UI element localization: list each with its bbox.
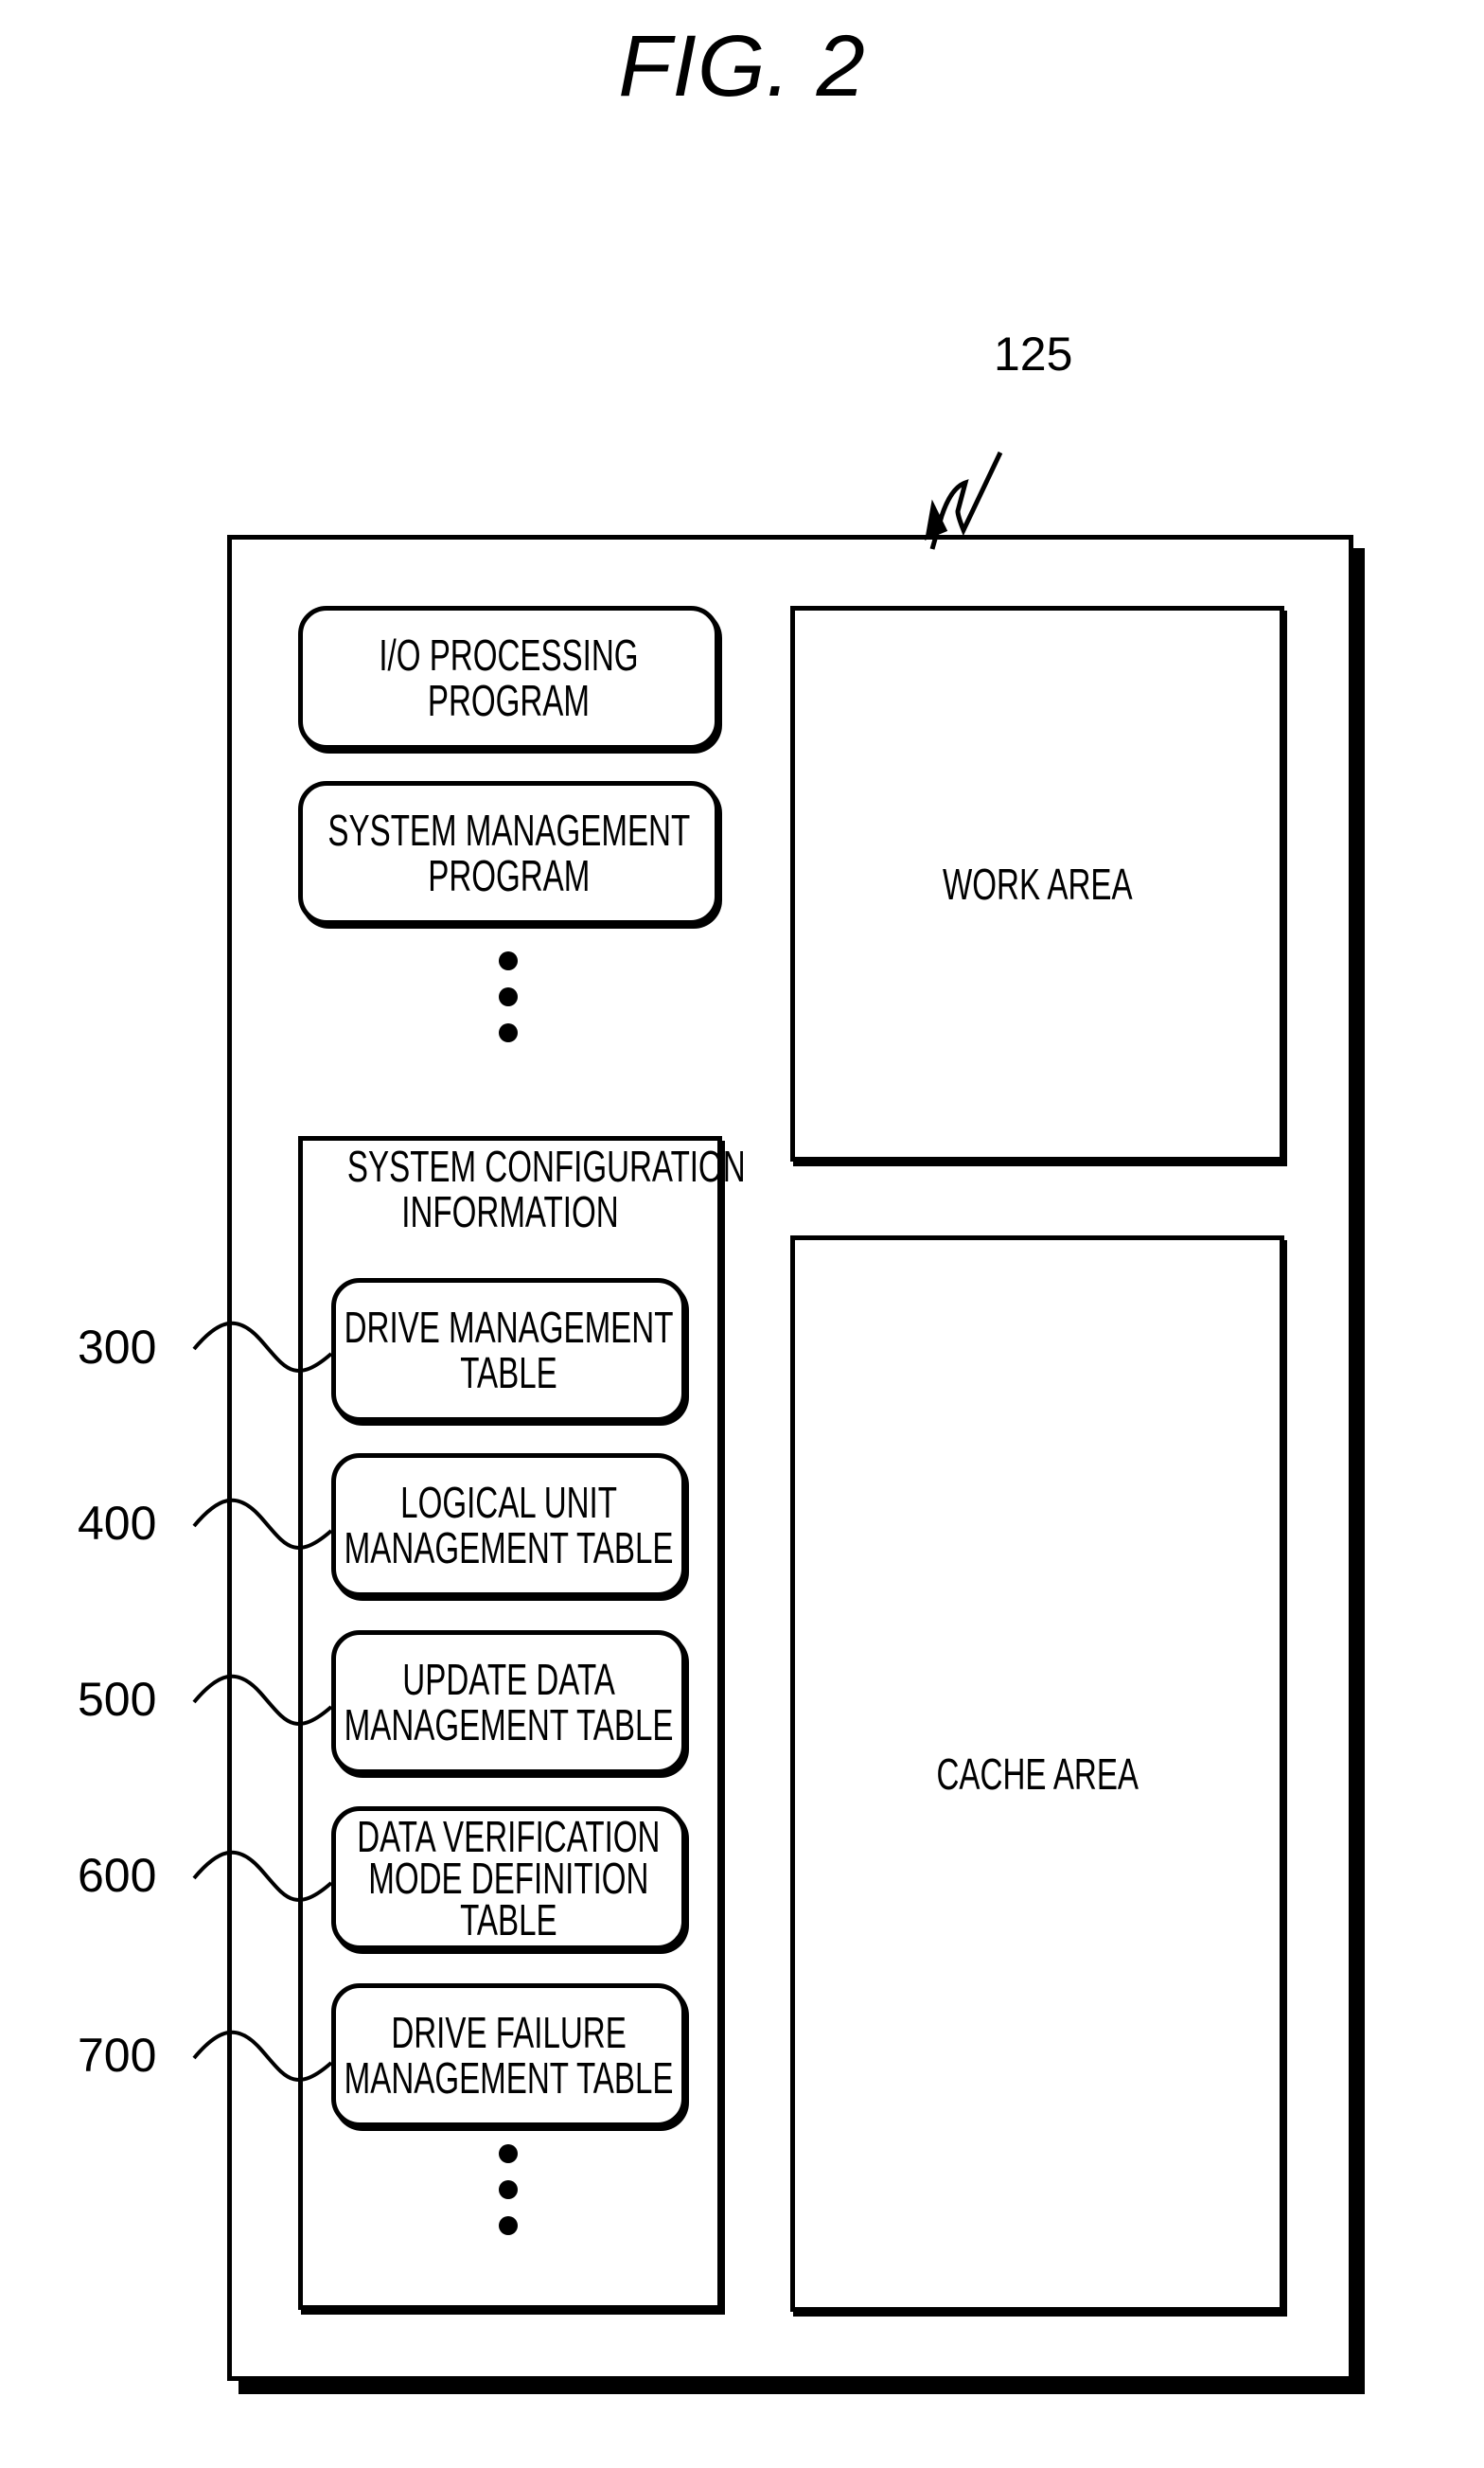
table-reference-600: 600 xyxy=(78,1849,157,1902)
label-line: I/O PROCESSING xyxy=(379,630,639,680)
label-line: PROGRAM xyxy=(427,851,591,900)
update-data-management-table-box: UPDATE DATA MANAGEMENT TABLE xyxy=(331,1630,686,1774)
title-line: SYSTEM CONFIGURATION xyxy=(346,1142,746,1191)
io-processing-program-box: I/O PROCESSING PROGRAM xyxy=(298,606,719,750)
label-line: DRIVE MANAGEMENT xyxy=(344,1303,674,1352)
label-line: MODE DEFINITION xyxy=(368,1854,649,1903)
cache-area-box: CACHE AREA xyxy=(790,1235,1284,2312)
label-line: DATA VERIFICATION xyxy=(357,1812,661,1861)
label-line: MANAGEMENT TABLE xyxy=(344,1523,674,1572)
ellipsis-dot xyxy=(499,2180,518,2199)
label-line: MANAGEMENT TABLE xyxy=(344,2053,674,2103)
title-line: INFORMATION xyxy=(401,1187,619,1236)
label-line: SYSTEM MANAGEMENT xyxy=(327,806,690,855)
label-line: TABLE xyxy=(460,1895,557,1944)
label-line: MANAGEMENT TABLE xyxy=(344,1700,674,1749)
table-reference-500: 500 xyxy=(78,1673,157,1726)
system-management-program-box: SYSTEM MANAGEMENT PROGRAM xyxy=(298,781,719,925)
ellipsis-dot xyxy=(499,1023,518,1042)
drive-management-table-box: DRIVE MANAGEMENT TABLE xyxy=(331,1278,686,1422)
io-processing-program-label: I/O PROCESSING PROGRAM xyxy=(379,632,638,723)
label-line: LOGICAL UNIT xyxy=(400,1478,617,1527)
work-area-label: WORK AREA xyxy=(942,859,1133,909)
figure-title: FIG. 2 xyxy=(618,18,866,115)
drive-failure-management-table-box: DRIVE FAILURE MANAGEMENT TABLE xyxy=(331,1983,686,2127)
logical-unit-management-table-label: LOGICAL UNIT MANAGEMENT TABLE xyxy=(344,1480,674,1571)
memory-reference-number: 125 xyxy=(994,328,1073,381)
ellipsis-dot xyxy=(499,987,518,1006)
logical-unit-management-table-box: LOGICAL UNIT MANAGEMENT TABLE xyxy=(331,1453,686,1597)
label-line: DRIVE FAILURE xyxy=(391,2008,627,2057)
work-area-box: WORK AREA xyxy=(790,606,1284,1162)
drive-management-table-label: DRIVE MANAGEMENT TABLE xyxy=(344,1305,674,1395)
ellipsis-dot xyxy=(499,951,518,970)
table-reference-700: 700 xyxy=(78,2029,157,2082)
ellipsis-dot xyxy=(499,2144,518,2163)
update-data-management-table-label: UPDATE DATA MANAGEMENT TABLE xyxy=(344,1657,674,1748)
table-reference-400: 400 xyxy=(78,1497,157,1550)
data-verification-mode-definition-table-box: DATA VERIFICATION MODE DEFINITION TABLE xyxy=(331,1806,686,1950)
system-configuration-information-title: SYSTEM CONFIGURATION INFORMATION xyxy=(346,1142,746,1236)
label-line: UPDATE DATA xyxy=(402,1655,615,1704)
system-management-program-label: SYSTEM MANAGEMENT PROGRAM xyxy=(327,808,690,898)
drive-failure-management-table-label: DRIVE FAILURE MANAGEMENT TABLE xyxy=(344,2010,674,2101)
ellipsis-dot xyxy=(499,2216,518,2235)
label-line: PROGRAM xyxy=(427,676,591,725)
cache-area-label: CACHE AREA xyxy=(936,1749,1139,1799)
table-reference-300: 300 xyxy=(78,1321,157,1374)
data-verification-mode-definition-table-label: DATA VERIFICATION MODE DEFINITION TABLE xyxy=(357,1812,661,1944)
label-line: TABLE xyxy=(460,1348,557,1397)
